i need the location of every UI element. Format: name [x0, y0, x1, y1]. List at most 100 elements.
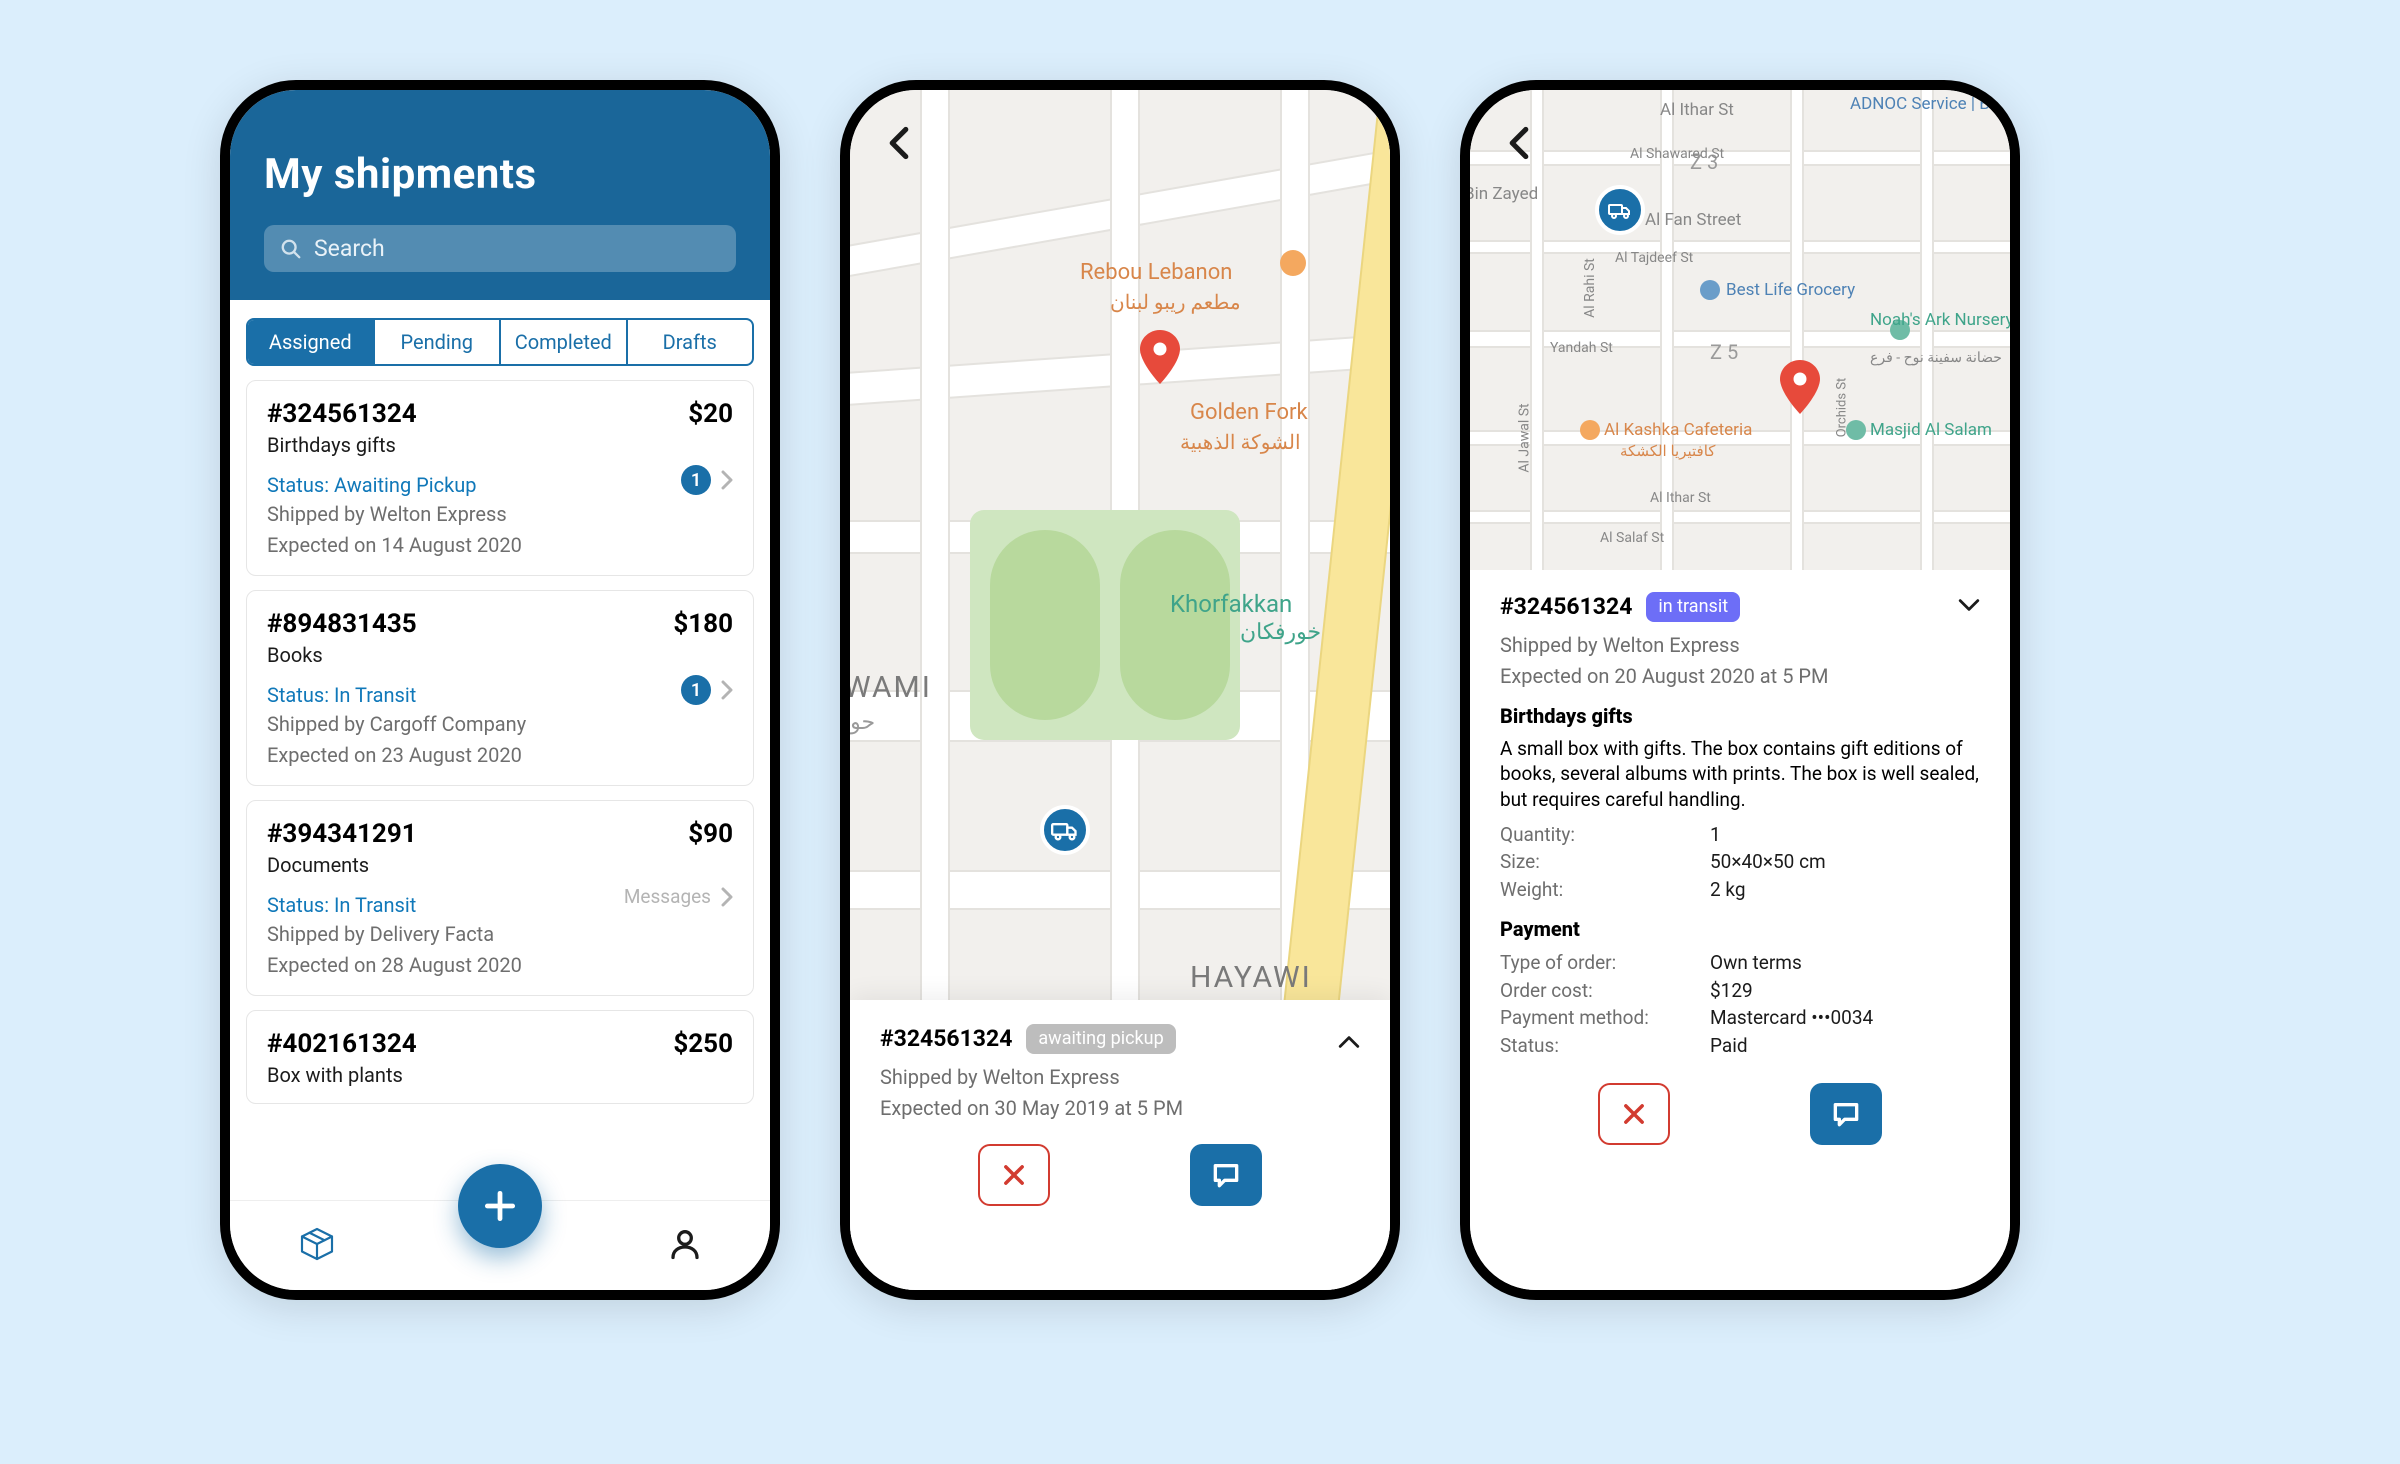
spec-value: 2 kg: [1710, 876, 1746, 904]
back-button[interactable]: [874, 118, 924, 168]
map-label: حوا: [850, 710, 875, 735]
back-button[interactable]: [1494, 118, 1544, 168]
status: Status: Awaiting Pickup: [267, 473, 733, 497]
shipment-card[interactable]: #394341291 $90 Documents Status: In Tran…: [246, 800, 754, 996]
order-id: #324561324: [880, 1025, 1012, 1052]
cancel-button[interactable]: [978, 1144, 1050, 1206]
cancel-button[interactable]: [1598, 1083, 1670, 1145]
shipper: Shipped by Delivery Facta: [267, 921, 733, 948]
spec-value: 1: [1710, 821, 1721, 849]
status: Status: In Transit: [267, 683, 733, 707]
chat-icon: [1830, 1098, 1862, 1130]
map-label: Golden Fork: [1190, 400, 1308, 425]
phone-detail-screen: Al Ithar St ADNOC Service | Bab Al Sharq…: [1460, 80, 2020, 1300]
order-id: #402161324: [267, 1029, 417, 1059]
map-label: Yandah St: [1550, 340, 1613, 356]
status-badge: in transit: [1646, 592, 1740, 622]
chevron-left-icon: [1508, 126, 1530, 160]
tab-pending[interactable]: Pending: [373, 320, 500, 364]
chevron-right-icon: [721, 680, 733, 700]
shipper: Shipped by Welton Express: [1500, 632, 1980, 659]
card-disclosure[interactable]: 1: [681, 465, 733, 495]
order-id: #324561324: [267, 399, 417, 429]
chevron-down-icon: [1958, 598, 1980, 612]
shipper: Shipped by Welton Express: [267, 501, 733, 528]
shipment-list: #324561324 $20 Birthdays gifts Status: A…: [230, 366, 770, 1104]
chat-button[interactable]: [1810, 1083, 1882, 1145]
shipment-card[interactable]: #894831435 $180 Books Status: In Transit…: [246, 590, 754, 786]
chat-button[interactable]: [1190, 1144, 1262, 1206]
map-label: Noah's Ark Nursery - Br: [1870, 310, 2010, 330]
restaurant-poi-icon: [1580, 420, 1600, 440]
tab-drafts[interactable]: Drafts: [626, 320, 753, 364]
chevron-left-icon: [888, 126, 910, 160]
map-label: Best Life Grocery: [1726, 280, 1855, 300]
tabs: Assigned Pending Completed Drafts: [246, 318, 754, 366]
map-label: Al Tajdeef St: [1615, 250, 1693, 266]
description: Box with plants: [267, 1063, 733, 1087]
map-label: Al Ithar St: [1650, 490, 1711, 506]
bottom-sheet[interactable]: #324561324 awaiting pickup Shipped by We…: [850, 1000, 1390, 1290]
card-disclosure[interactable]: 1: [681, 675, 733, 705]
expected: Expected on 30 May 2019 at 5 PM: [880, 1095, 1360, 1122]
spec-label: Size:: [1500, 848, 1670, 876]
expand-button[interactable]: [1338, 1034, 1360, 1053]
order-id: #394341291: [267, 819, 417, 849]
unread-badge: 1: [681, 675, 711, 705]
map-label: Al Fan Street: [1645, 210, 1741, 230]
map-label: WAMI: [850, 670, 932, 705]
page-title: My shipments: [264, 150, 736, 199]
map-label: Al Rahi St: [1582, 258, 1598, 318]
map-label: Masjid Al Salam: [1870, 420, 1992, 440]
chevron-up-icon: [1338, 1035, 1360, 1049]
destination-pin-icon: [1780, 360, 1820, 400]
shipment-card[interactable]: #324561324 $20 Birthdays gifts Status: A…: [246, 380, 754, 576]
add-shipment-button[interactable]: [458, 1164, 542, 1248]
chat-icon: [1210, 1159, 1242, 1191]
price: $20: [688, 399, 733, 429]
spec-label: Payment method:: [1500, 1004, 1670, 1032]
spec-label: Quantity:: [1500, 821, 1670, 849]
tab-shipments-icon[interactable]: [297, 1224, 337, 1268]
item-description: A small box with gifts. The box contains…: [1500, 736, 1980, 813]
shipment-card[interactable]: #402161324 $250 Box with plants: [246, 1010, 754, 1104]
spec-value: 50×40×50 cm: [1710, 848, 1826, 876]
detail-sheet[interactable]: #324561324 in transit Shipped by Welton …: [1470, 570, 2010, 1290]
map-label: ADNOC Service | Bab Al Sharq: [1850, 94, 2010, 114]
spec-label: Status:: [1500, 1032, 1670, 1060]
map-label: Al Kashka Cafeteria: [1604, 420, 1752, 440]
phone-list-screen: My shipments Search Assigned Pending Com…: [220, 80, 780, 1300]
search-placeholder: Search: [314, 235, 385, 262]
map-label: Al Ithar St: [1660, 100, 1734, 120]
tab-assigned[interactable]: Assigned: [248, 320, 373, 364]
map-label: Rebou Lebanon: [1080, 260, 1232, 285]
order-id: #894831435: [267, 609, 417, 639]
description: Documents: [267, 853, 733, 877]
spec-label: Weight:: [1500, 876, 1670, 904]
chevron-right-icon: [721, 887, 733, 907]
price: $90: [688, 819, 733, 849]
spec-list: Quantity: 1 Size: 50×40×50 cm Weight: 2 kg: [1500, 821, 1980, 904]
chevron-right-icon: [721, 470, 733, 490]
map-label: Al Jawal St: [1517, 403, 1533, 472]
search-input[interactable]: Search: [264, 225, 736, 272]
payment-heading: Payment: [1500, 917, 1980, 941]
shipper: Shipped by Cargoff Company: [267, 711, 733, 738]
vehicle-pin-icon: [1595, 185, 1645, 235]
tab-profile-icon[interactable]: [667, 1226, 703, 1266]
order-id: #324561324: [1500, 593, 1632, 620]
close-icon: [1000, 1161, 1028, 1189]
store-poi-icon: [1700, 280, 1720, 300]
spec-value: $129: [1710, 977, 1753, 1005]
map[interactable]: Al Ithar St ADNOC Service | Bab Al Sharq…: [1470, 90, 2010, 570]
map-label: Al Shawared St: [1630, 146, 1724, 162]
card-disclosure[interactable]: Messages: [624, 885, 733, 908]
status-badge: awaiting pickup: [1026, 1024, 1175, 1054]
description: Books: [267, 643, 733, 667]
collapse-button[interactable]: [1958, 594, 1980, 617]
spec-label: Type of order:: [1500, 949, 1670, 977]
tab-completed[interactable]: Completed: [499, 320, 626, 364]
description: Birthdays gifts: [267, 433, 733, 457]
spec-value: Paid: [1710, 1032, 1748, 1060]
spec-value: Mastercard •••0034: [1710, 1004, 1873, 1032]
